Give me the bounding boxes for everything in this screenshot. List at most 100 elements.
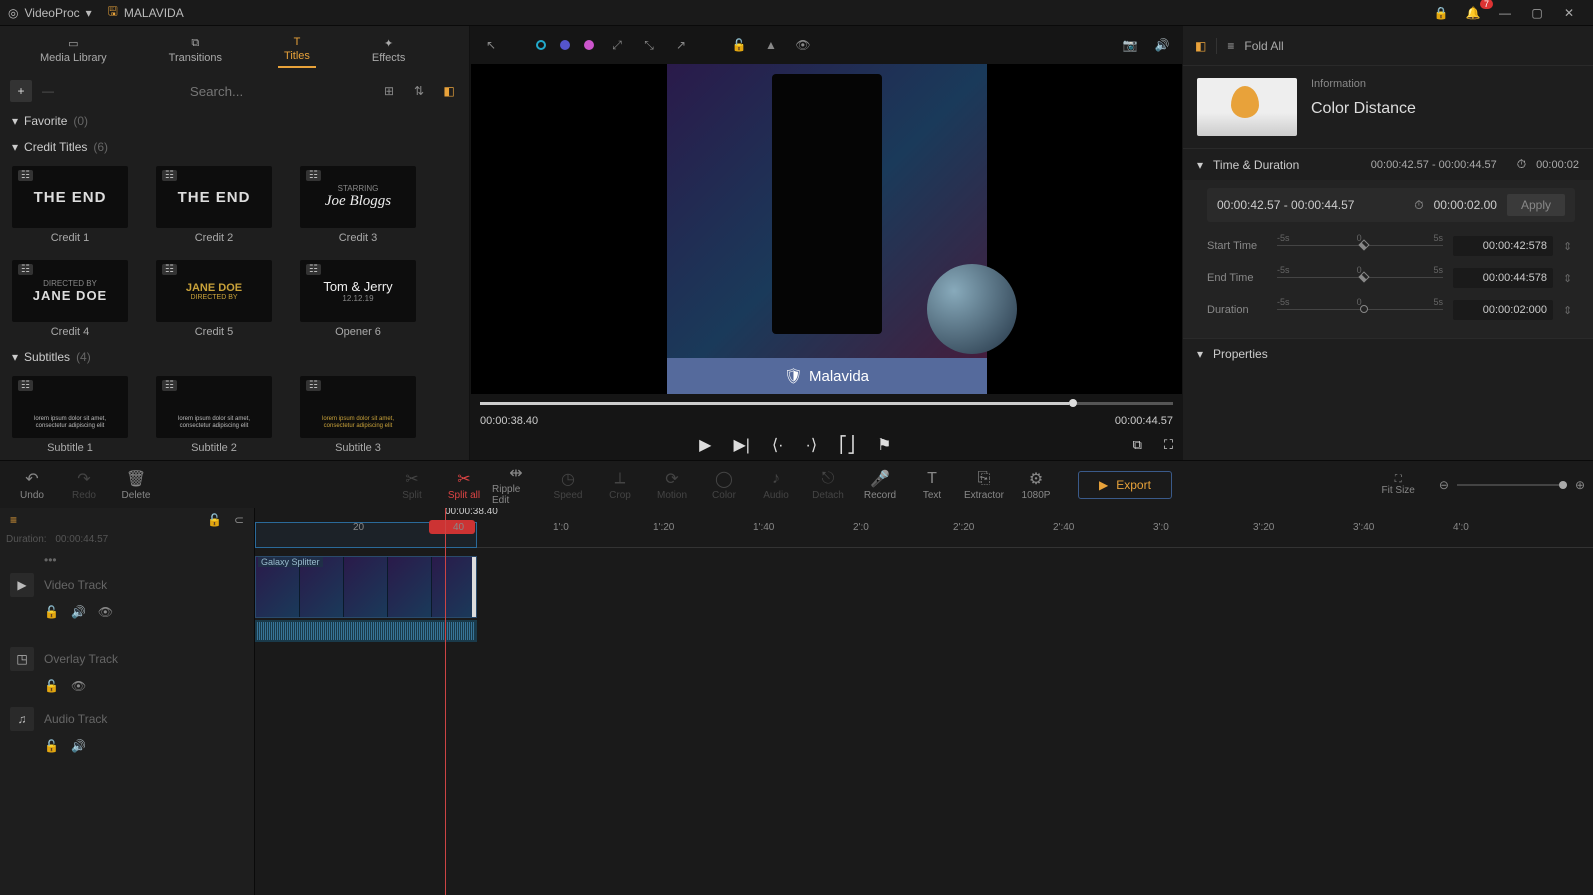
ripple-edit-button[interactable]: ⇹Ripple Edit: [492, 463, 540, 507]
fullscreen-icon[interactable]: ⛶: [1164, 437, 1173, 453]
volume-icon[interactable]: 🔊: [1153, 38, 1171, 52]
redo-button[interactable]: ↷Redo: [60, 463, 108, 507]
end-time-slider[interactable]: -5s 0 5s: [1277, 269, 1443, 287]
extractor-button[interactable]: ⎘Extractor: [960, 463, 1008, 507]
duration-value[interactable]: 00:00:02:000: [1453, 300, 1553, 320]
duration-slider[interactable]: -5s 0 5s: [1277, 301, 1443, 319]
lock-icon[interactable]: 🔓: [730, 38, 748, 52]
eye-icon[interactable]: 👁: [794, 38, 812, 52]
playhead-line[interactable]: [445, 508, 446, 895]
fit-size-button[interactable]: ⛶ Fit Size: [1382, 474, 1415, 496]
category-subtitles[interactable]: ▾ Subtitles (4): [0, 344, 469, 370]
export-button[interactable]: ▶ Export: [1078, 471, 1172, 499]
prev-frame-button[interactable]: ⟨·: [772, 435, 784, 455]
minimize-button[interactable]: —: [1489, 1, 1521, 25]
record-button[interactable]: 🎤Record: [856, 463, 904, 507]
lock-icon[interactable]: 🔓: [44, 605, 59, 619]
section-properties[interactable]: ▾ Properties: [1183, 339, 1593, 369]
detach-button[interactable]: ⎋Detach: [804, 463, 852, 507]
unlock-icon[interactable]: 🔓: [207, 513, 222, 527]
video-preview[interactable]: 🛡 Malavida: [471, 64, 1182, 394]
clip-end-handle[interactable]: [472, 557, 477, 617]
start-time-slider[interactable]: -5s 0 5s: [1277, 237, 1443, 255]
zoom-out-button[interactable]: ⊖: [1439, 478, 1449, 492]
category-credit-titles[interactable]: ▾ Credit Titles (6): [0, 134, 469, 160]
snap-icon[interactable]: ▲: [762, 38, 780, 52]
volume-icon[interactable]: 🔊: [71, 605, 86, 619]
audio-button[interactable]: ♪Audio: [752, 463, 800, 507]
spinner-icon[interactable]: ⇕: [1563, 240, 1575, 253]
undo-button[interactable]: ↶Undo: [8, 463, 56, 507]
seek-bar[interactable]: [480, 402, 1173, 405]
category-favorite[interactable]: ▾ Favorite (0): [0, 108, 469, 134]
sort-icon[interactable]: ⇅: [409, 84, 429, 98]
spinner-icon[interactable]: ⇕: [1563, 304, 1575, 317]
panel-mode-icon[interactable]: ◧: [1195, 39, 1206, 53]
lock-icon[interactable]: 🔓: [44, 679, 59, 693]
marker-cyan-icon[interactable]: [536, 40, 546, 50]
subtitle-preset-1[interactable]: ☷ lorem ipsum dolor sit amet, consectetu…: [12, 376, 128, 438]
tool-icon[interactable]: ⤢: [608, 38, 626, 53]
remove-button[interactable]: —: [42, 84, 54, 98]
crop-button[interactable]: ⟂Crop: [596, 463, 644, 507]
end-time-value[interactable]: 00:00:44:578: [1453, 268, 1553, 288]
section-time-duration[interactable]: ▾ Time & Duration 00:00:42.57 - 00:00:44…: [1183, 149, 1593, 180]
title-preset-credit-4[interactable]: ☷ DIRECTED BY JANE DOE: [12, 260, 128, 322]
playhead-handle[interactable]: [429, 520, 475, 534]
snapshot-icon[interactable]: 📷: [1121, 38, 1139, 52]
title-preset-opener-6[interactable]: ☷ Tom & Jerry 12.12.19: [300, 260, 416, 322]
title-preset-credit-5[interactable]: ☷ JANE DOE DIRECTED BY: [156, 260, 272, 322]
audio-waveform[interactable]: [255, 620, 477, 642]
add-marker-button[interactable]: ⚑: [877, 435, 891, 455]
audio-track-header[interactable]: ♫ Audio Track: [0, 701, 254, 737]
color-button[interactable]: ◯Color: [700, 463, 748, 507]
lock-icon[interactable]: 🔓: [44, 739, 59, 753]
overlay-track-header[interactable]: ◳ Overlay Track: [0, 641, 254, 677]
auto-scroll-icon[interactable]: ≡: [10, 513, 17, 527]
zoom-in-button[interactable]: ⊕: [1575, 478, 1585, 492]
tab-transitions[interactable]: ⧉ Transitions: [163, 33, 228, 68]
title-preset-credit-2[interactable]: ☷ THE END: [156, 166, 272, 228]
panel-toggle-icon[interactable]: ◧: [439, 84, 459, 98]
timeline-area[interactable]: 00:00:38.40 20 40 1':0 1':20 1':40 2':0 …: [255, 508, 1593, 895]
zoom-slider[interactable]: [1457, 484, 1567, 486]
subtitle-preset-3[interactable]: ☷ lorem ipsum dolor sit amet, consectetu…: [300, 376, 416, 438]
add-button[interactable]: +: [10, 80, 32, 102]
volume-icon[interactable]: 🔊: [71, 739, 86, 753]
marker-blue-icon[interactable]: [560, 40, 570, 50]
tool-icon[interactable]: ⤡: [640, 38, 658, 53]
project-save[interactable]: 🖫 MALAVIDA: [108, 2, 184, 23]
magnet-icon[interactable]: ⊂: [234, 513, 244, 527]
tab-effects[interactable]: ✦ Effects: [366, 33, 411, 68]
tab-media-library[interactable]: ▭ Media Library: [34, 33, 113, 68]
text-button[interactable]: TText: [908, 463, 956, 507]
cursor-tool-icon[interactable]: ↖: [482, 38, 500, 52]
title-preset-credit-1[interactable]: ☷ THE END: [12, 166, 128, 228]
play-button[interactable]: ▶: [699, 435, 711, 455]
next-frame-button[interactable]: ·⟩: [806, 435, 818, 455]
lock-icon[interactable]: 🔒: [1425, 1, 1457, 25]
resolution-button[interactable]: ⚙1080P: [1012, 463, 1060, 507]
fold-all-button[interactable]: ≡: [1227, 39, 1234, 53]
eye-icon[interactable]: 👁: [98, 605, 113, 619]
split-all-button[interactable]: ✂Split all: [440, 463, 488, 507]
maximize-button[interactable]: ▢: [1521, 1, 1553, 25]
video-clip[interactable]: Galaxy Splitter: [255, 556, 477, 618]
marker-magenta-icon[interactable]: [584, 40, 594, 50]
play-next-button[interactable]: ▶|: [733, 435, 749, 455]
tab-titles[interactable]: T Titles: [278, 32, 316, 68]
start-time-value[interactable]: 00:00:42:578: [1453, 236, 1553, 256]
mark-in-button[interactable]: ⎡⎦: [839, 435, 855, 455]
timeline-ruler[interactable]: 00:00:38.40 20 40 1':0 1':20 1':40 2':0 …: [255, 508, 1593, 548]
grid-view-icon[interactable]: ⊞: [379, 84, 399, 98]
spinner-icon[interactable]: ⇕: [1563, 272, 1575, 285]
motion-button[interactable]: ⟳Motion: [648, 463, 696, 507]
delete-button[interactable]: 🗑Delete: [112, 463, 160, 507]
tool-icon[interactable]: ↗: [672, 38, 690, 52]
app-menu[interactable]: ◎ VideoProc ▾: [8, 6, 92, 20]
pip-icon[interactable]: ⧉: [1133, 437, 1142, 453]
search-input[interactable]: [64, 84, 369, 99]
eye-icon[interactable]: 👁: [71, 679, 86, 693]
notifications-button[interactable]: 🔔 7: [1457, 1, 1489, 25]
title-preset-credit-3[interactable]: ☷ STARRING Joe Bloggs: [300, 166, 416, 228]
